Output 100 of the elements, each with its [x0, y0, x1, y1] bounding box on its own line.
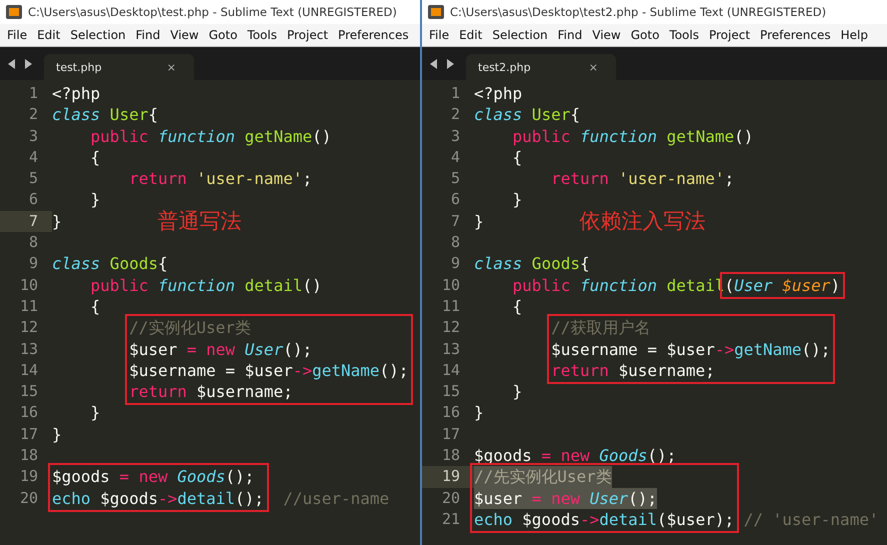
line-number: 11 — [18, 296, 39, 317]
code-line: public function getName() — [90, 126, 332, 147]
tab-navigation-icon[interactable] — [428, 58, 456, 70]
menu-item[interactable]: Project — [282, 28, 334, 42]
line-number: 17 — [18, 424, 39, 445]
code-line: } — [512, 381, 522, 402]
menu-item[interactable]: Preferences — [333, 28, 414, 42]
line-number: 11 — [440, 296, 461, 317]
file-tab[interactable]: test2.php × — [466, 54, 616, 80]
line-number: 14 — [18, 360, 39, 381]
code-line: return 'user-name'; — [550, 168, 734, 190]
menu-item[interactable]: Find — [130, 28, 166, 42]
line-number: 2 — [450, 104, 461, 126]
app-icon — [6, 5, 22, 19]
line-number: 16 — [18, 402, 39, 424]
code-line: class User{ — [52, 104, 158, 126]
line-number: 19 — [18, 466, 39, 488]
line-number: 12 — [18, 317, 39, 338]
code-line: } — [474, 402, 484, 424]
line-number: 13 — [18, 338, 39, 360]
code-line: { — [512, 146, 522, 168]
line-number: 2 — [28, 104, 39, 126]
code-line: return 'user-name'; — [128, 168, 312, 190]
menu-item[interactable]: View — [165, 28, 204, 42]
line-number: 1 — [28, 83, 39, 104]
line-number: 8 — [28, 232, 39, 254]
menu-item[interactable]: Edit — [454, 28, 488, 42]
line-number: 4 — [28, 146, 39, 168]
menu-item[interactable]: Selection — [487, 28, 553, 42]
code-line: } — [52, 210, 62, 232]
close-icon[interactable]: × — [588, 60, 598, 74]
menu-item[interactable]: Edit — [32, 28, 66, 42]
line-number: 4 — [450, 146, 461, 168]
line-number: 21 — [440, 508, 461, 530]
menu-item[interactable]: File — [424, 28, 454, 42]
line-number: 7 — [0, 210, 52, 232]
tab-navigation-icon[interactable] — [6, 58, 34, 70]
line-number: 15 — [18, 381, 39, 402]
menu-item[interactable]: Goto — [626, 28, 664, 42]
code-line: public function detail() — [90, 274, 322, 296]
line-number: 20 — [440, 488, 461, 509]
code-line: echo $goods->detail($user); // 'user-name' — [474, 508, 879, 530]
code-line: class Goods{ — [52, 253, 168, 275]
line-number: 6 — [28, 189, 39, 210]
line-number: 15 — [440, 381, 461, 402]
code-line: } — [52, 424, 62, 446]
line-number: 13 — [440, 338, 461, 360]
close-icon[interactable]: × — [166, 60, 176, 74]
menu-item[interactable]: Tools — [664, 28, 704, 42]
line-number: 9 — [28, 253, 39, 274]
code-line: $goods = new Goods(); — [474, 445, 676, 466]
code-line: $goods = new Goods(); — [52, 466, 254, 488]
code-line: $username = $user->getName(); — [550, 338, 830, 360]
line-number: 20 — [18, 488, 39, 509]
code-line: } — [512, 189, 522, 211]
line-number: 1 — [450, 83, 461, 104]
line-number: 9 — [450, 253, 461, 274]
code-line: class User{ — [474, 104, 580, 126]
menu-item[interactable]: File — [2, 28, 32, 42]
line-number: 17 — [440, 424, 461, 445]
app-icon — [428, 5, 444, 19]
code-line: return $username; — [550, 360, 715, 382]
code-line: return $username; — [128, 381, 293, 402]
line-number: 18 — [440, 445, 461, 466]
menu-item[interactable]: Find — [552, 28, 588, 42]
code-line: } — [90, 189, 100, 211]
line-number: 10 — [18, 274, 39, 296]
line-number: 3 — [28, 126, 39, 147]
code-line: $user = new User(); — [128, 338, 312, 360]
code-line: $username = $user->getName(); — [128, 360, 408, 382]
line-number: 8 — [450, 232, 461, 254]
code-line: } — [90, 402, 100, 424]
file-tab[interactable]: test.php × — [44, 54, 194, 80]
code-line: <?php — [52, 83, 100, 104]
menu-item[interactable]: Project — [704, 28, 756, 42]
menu-item[interactable]: Help — [836, 28, 873, 42]
code-line: public function getName() — [512, 126, 754, 147]
menu-item[interactable]: Tools — [242, 28, 282, 42]
window-title: C:\Users\asus\Desktop\test.php - Sublime Text (UNREGISTERED) — [28, 5, 397, 19]
code-line: } — [474, 210, 484, 232]
code-line: <?php — [474, 83, 522, 104]
menu-item[interactable]: Goto — [204, 28, 242, 42]
line-number: 6 — [450, 189, 461, 210]
tab-label: test.php — [56, 60, 102, 74]
menu-item[interactable]: Preferences — [755, 28, 836, 42]
annotation-label: 普通写法 — [158, 208, 242, 236]
window-title: C:\Users\asus\Desktop\test2.php - Sublime Text (UNREGISTERED) — [450, 5, 826, 19]
line-number: 5 — [28, 168, 39, 190]
line-number: 3 — [450, 126, 461, 147]
menu-item[interactable]: View — [587, 28, 626, 42]
menu-item[interactable]: Selection — [65, 28, 131, 42]
code-line: //实例化User类 — [128, 317, 251, 339]
annotation-label: 依赖注入写法 — [580, 208, 706, 236]
tab-label: test2.php — [478, 60, 531, 74]
line-number: 5 — [450, 168, 461, 190]
code-line: { — [512, 296, 522, 318]
line-number: 7 — [450, 210, 461, 232]
line-number: 10 — [440, 274, 461, 296]
code-line: { — [90, 146, 100, 168]
line-number: 18 — [18, 445, 39, 466]
